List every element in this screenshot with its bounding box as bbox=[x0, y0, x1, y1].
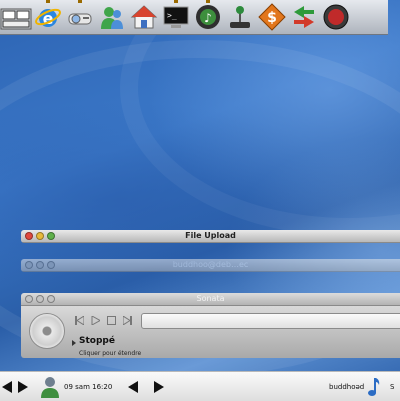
window-titlebar[interactable]: buddhoo@deb…ec bbox=[21, 259, 400, 272]
dock-item-games[interactable] bbox=[224, 0, 256, 34]
next-icon bbox=[123, 316, 132, 325]
taskbar-next-button[interactable] bbox=[154, 372, 164, 401]
next-track-button[interactable] bbox=[123, 316, 132, 325]
window-title: Sonata bbox=[196, 294, 225, 303]
dock-item-projector[interactable] bbox=[64, 0, 96, 34]
music-player-window: Sonata Stoppé Cliquer pour étendre bbox=[21, 293, 400, 358]
player-body: Stoppé Cliquer pour étendre bbox=[21, 306, 400, 358]
playback-controls bbox=[75, 316, 132, 325]
taskbar: 09 sam 16:20 buddhoəd S bbox=[0, 371, 400, 401]
power-button-icon bbox=[323, 4, 349, 30]
taskbar-music-button[interactable] bbox=[366, 372, 380, 401]
expose-icon bbox=[0, 8, 32, 30]
dock-item-finance[interactable]: $ bbox=[256, 0, 288, 34]
expand-triangle-icon[interactable] bbox=[72, 340, 76, 346]
dock-item-internet-explorer[interactable]: e bbox=[32, 0, 64, 34]
dollar-money-icon: $ bbox=[258, 3, 286, 31]
home-folder-icon bbox=[130, 5, 158, 29]
running-indicator bbox=[206, 0, 210, 3]
taskbar-username: buddhoəd bbox=[329, 382, 365, 391]
progress-display[interactable] bbox=[141, 313, 400, 329]
svg-text:>_: >_ bbox=[167, 11, 177, 20]
svg-text:♪: ♪ bbox=[204, 11, 212, 25]
window-title: buddhoo@deb…ec bbox=[172, 260, 249, 269]
dock-item-home[interactable] bbox=[128, 0, 160, 34]
user-icon bbox=[41, 376, 59, 398]
window-titlebar[interactable]: File Upload bbox=[21, 230, 400, 243]
previous-icon bbox=[75, 316, 84, 325]
play-icon bbox=[91, 316, 100, 325]
running-indicator bbox=[174, 0, 178, 3]
music-note-icon bbox=[368, 377, 380, 396]
window-titlebar[interactable]: Sonata bbox=[21, 293, 400, 306]
dock-item-messenger[interactable] bbox=[96, 0, 128, 34]
dock-item-expose[interactable] bbox=[0, 0, 32, 34]
file-upload-window: File Upload bbox=[21, 230, 400, 243]
taskbar-prev-button[interactable] bbox=[128, 372, 138, 401]
running-indicator bbox=[46, 0, 50, 3]
arrow-left-icon bbox=[2, 380, 12, 393]
internet-explorer-icon: e bbox=[35, 8, 61, 28]
dock-item-terminal[interactable]: >_ bbox=[160, 0, 192, 34]
running-indicator bbox=[78, 0, 82, 3]
arrow-right-icon bbox=[154, 380, 164, 393]
taskbar-right-label: S bbox=[390, 382, 395, 391]
stop-icon bbox=[107, 316, 116, 325]
taskbar-forward-button[interactable] bbox=[18, 372, 28, 401]
messenger-user-icon bbox=[101, 7, 123, 29]
play-button[interactable] bbox=[91, 316, 100, 325]
album-art-cd-icon bbox=[29, 313, 65, 349]
sync-arrows-icon bbox=[294, 6, 314, 28]
joystick-game-icon bbox=[230, 6, 250, 28]
dock-item-music[interactable]: ♪ bbox=[192, 0, 224, 34]
dock: e >_ ♪ $ bbox=[0, 0, 388, 35]
window-title: File Upload bbox=[185, 231, 236, 240]
arrow-left-icon bbox=[128, 380, 138, 393]
svg-text:$: $ bbox=[267, 10, 277, 26]
terminal-icon: >_ bbox=[163, 6, 189, 28]
music-player-icon: ♪ bbox=[196, 5, 220, 29]
dock-item-sync[interactable] bbox=[288, 0, 320, 34]
taskbar-clock[interactable]: 09 sam 16:20 bbox=[64, 372, 112, 401]
terminal-window: buddhoo@deb…ec bbox=[21, 259, 400, 272]
stop-button[interactable] bbox=[107, 316, 116, 325]
arrow-right-icon bbox=[18, 380, 28, 393]
taskbar-back-button[interactable] bbox=[2, 372, 12, 401]
expand-hint[interactable]: Cliquer pour étendre bbox=[79, 350, 141, 357]
playback-status: Stoppé bbox=[79, 336, 115, 346]
taskbar-user-button[interactable] bbox=[40, 372, 60, 401]
previous-track-button[interactable] bbox=[75, 316, 84, 325]
dock-item-power[interactable] bbox=[320, 0, 352, 34]
projector-icon bbox=[68, 13, 92, 25]
